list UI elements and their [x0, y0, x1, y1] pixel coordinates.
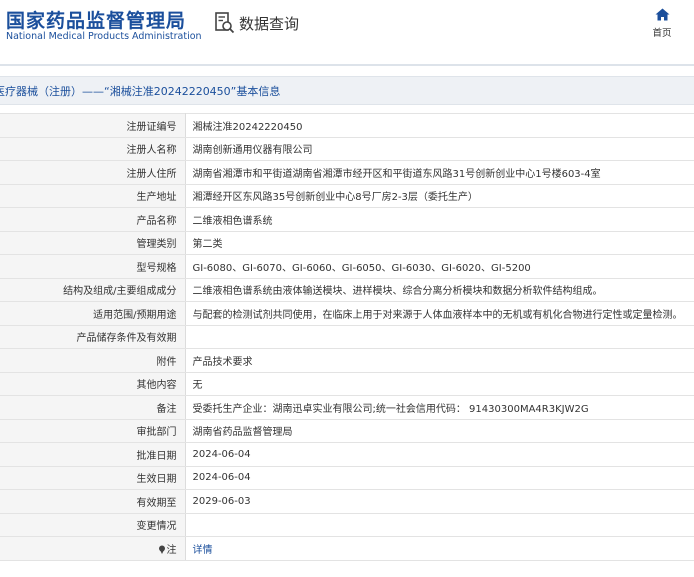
home-icon — [655, 8, 669, 21]
table-row: 管理类别 第二类 — [0, 231, 694, 255]
table-row: 产品名称 二维液相色谱系统 — [0, 207, 694, 232]
table-row: 审批部门 湖南省药品监督管理局 — [0, 419, 694, 443]
table-row: 注册人住所 湖南省湘潭市和平街道湖南省湘潭市经开区和平街道东风路31号创新创业中心… — [0, 160, 694, 185]
field-value: 2029-06-03 — [185, 489, 694, 514]
site-logo-chinese[interactable]: 国家药品监督管理局 — [6, 6, 186, 33]
field-label: 批准日期 — [0, 442, 186, 467]
field-value: 湖南省药品监督管理局 — [185, 419, 694, 443]
table-row: 变更情况 — [0, 513, 694, 537]
table-row: 批准日期 2024-06-04 — [0, 442, 694, 467]
table-row: 结构及组成/主要组成成分 二维液相色谱系统由液体输送模块、进样模块、综合分离分析模… — [0, 278, 694, 302]
table-row: 产品储存条件及有效期 — [0, 325, 694, 349]
breadcrumb-bar: 医疗器械（注册）——“湘械注准20242220450”基本信息 — [0, 76, 694, 105]
site-header: 国家药品监督管理局 National Medical Products Admi… — [0, 0, 694, 62]
breadcrumb: 医疗器械（注册）——“湘械注准20242220450”基本信息 — [0, 85, 281, 98]
field-value: 产品技术要求 — [185, 348, 694, 373]
field-value: 2024-06-04 — [185, 466, 694, 490]
registration-detail-table: 注册证编号 湘械注准20242220450 注册人名称 湖南创新通用仪器有限公司 注册人… — [0, 113, 694, 561]
field-label: 备注 — [0, 395, 186, 420]
field-label: 结构及组成/主要组成成分 — [0, 278, 186, 302]
home-label: 首页 — [652, 28, 672, 39]
field-label: 产品储存条件及有效期 — [0, 325, 186, 349]
field-value: GI-6080、GI-6070、GI-6060、GI-6050、GI-6030、… — [185, 254, 694, 279]
note-value-cell: 详情 — [185, 536, 694, 561]
field-value: 湖南创新通用仪器有限公司 — [185, 137, 694, 161]
table-row: 注册人名称 湖南创新通用仪器有限公司 — [0, 137, 694, 161]
field-value: 2024-06-04 — [185, 442, 694, 467]
field-label: 注册证编号 — [0, 113, 186, 138]
table-row: 备注 受委托生产企业：湖南迅卓实业有限公司;统一社会信用代码： 91430300M… — [0, 395, 694, 420]
header-divider — [0, 64, 694, 66]
table-row: 附件 产品技术要求 — [0, 348, 694, 373]
table-row: 型号规格 GI-6080、GI-6070、GI-6060、GI-6050、GI-6… — [0, 254, 694, 279]
field-label: 变更情况 — [0, 513, 186, 537]
table-row: 生产地址 湘潭经开区东风路35号创新创业中心8号厂房2-3层（委托生产） — [0, 184, 694, 208]
field-label: 适用范围/预期用途 — [0, 301, 186, 326]
data-query-label: 数据查询 — [239, 14, 300, 33]
document-search-icon — [215, 12, 235, 34]
details-link[interactable]: 详情 — [193, 545, 213, 556]
field-label: 生效日期 — [0, 466, 186, 490]
field-value: 受委托生产企业：湖南迅卓实业有限公司;统一社会信用代码： 91430300MA4… — [185, 395, 694, 420]
field-value: 第二类 — [185, 231, 694, 255]
field-value — [185, 325, 694, 349]
field-value: 与配套的检测试剂共同使用，在临床上用于对来源于人体血液样本中的无机或有机化合物进… — [185, 301, 694, 326]
field-value — [185, 513, 694, 537]
table-row: 适用范围/预期用途 与配套的检测试剂共同使用，在临床上用于对来源于人体血液样本中的… — [0, 301, 694, 326]
field-label: 生产地址 — [0, 184, 186, 208]
note-label: 注 — [166, 544, 177, 556]
field-value: 二维液相色谱系统 — [185, 207, 694, 232]
field-value: 二维液相色谱系统由液体输送模块、进样模块、综合分离分析模块和数据分析软件结构组成… — [185, 278, 694, 302]
note-label-cell: 注 — [0, 536, 186, 561]
field-value: 湘潭经开区东风路35号创新创业中心8号厂房2-3层（委托生产） — [185, 184, 694, 208]
field-label: 管理类别 — [0, 231, 186, 255]
site-logo-english[interactable]: National Medical Products Administration — [6, 31, 202, 42]
field-label: 附件 — [0, 348, 186, 373]
table-row: 生效日期 2024-06-04 — [0, 466, 694, 490]
field-label: 其他内容 — [0, 372, 186, 396]
field-label: 注册人名称 — [0, 137, 186, 161]
table-row-note: 注 详情 — [0, 536, 694, 561]
field-value: 无 — [185, 372, 694, 396]
field-label: 有效期至 — [0, 489, 186, 514]
pin-icon — [158, 545, 165, 554]
data-query-title: 数据查询 — [215, 11, 299, 35]
table-row: 其他内容无 — [0, 372, 694, 396]
field-value: 湘械注准20242220450 — [185, 113, 694, 138]
field-value: 湖南省湘潭市和平街道湖南省湘潭市经开区和平街道东风路31号创新创业中心1号楼60… — [185, 160, 694, 185]
field-label: 注册人住所 — [0, 160, 186, 185]
field-label: 产品名称 — [0, 207, 186, 232]
field-label: 审批部门 — [0, 419, 186, 443]
home-button[interactable]: 首页 — [644, 8, 680, 39]
table-row: 注册证编号 湘械注准20242220450 — [0, 113, 694, 138]
table-row: 有效期至 2029-06-03 — [0, 489, 694, 514]
field-label: 型号规格 — [0, 254, 186, 279]
